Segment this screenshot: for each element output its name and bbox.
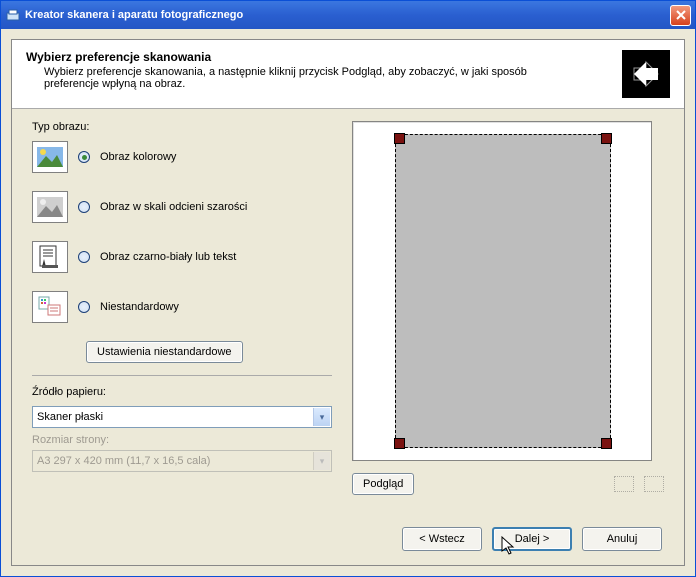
titlebar: Kreator skanera i aparatu fotograficzneg… — [1, 1, 695, 29]
option-color-label: Obraz kolorowy — [100, 151, 176, 163]
option-custom[interactable]: Niestandardowy — [32, 291, 332, 323]
app-icon — [5, 7, 21, 23]
option-grayscale-label: Obraz w skali odcieni szarości — [100, 201, 247, 213]
header: Wybierz preferencje skanowania Wybierz p… — [12, 40, 684, 109]
back-button[interactable]: < Wstecz — [402, 527, 482, 551]
option-custom-label: Niestandardowy — [100, 301, 179, 313]
options-pane: Typ obrazu: Obraz kolorowy Obraz w skali… — [32, 121, 332, 495]
page-size-value: A3 297 x 420 mm (11,7 x 16,5 cala) — [37, 455, 210, 467]
resize-handle-br[interactable] — [601, 438, 612, 449]
chevron-down-icon: ▾ — [313, 408, 330, 426]
separator — [32, 375, 332, 376]
option-color[interactable]: Obraz kolorowy — [32, 141, 332, 173]
resize-handle-tl[interactable] — [394, 133, 405, 144]
radio-grayscale[interactable] — [78, 201, 90, 213]
resize-handle-bl[interactable] — [394, 438, 405, 449]
wizard-buttons: < Wstecz Dalej > Anuluj — [402, 527, 662, 551]
window-title: Kreator skanera i aparatu fotograficzneg… — [25, 9, 670, 21]
page-subtitle: Wybierz preferencje skanowania, a następ… — [44, 66, 564, 90]
page-title: Wybierz preferencje skanowania — [26, 50, 622, 64]
radio-color[interactable] — [78, 151, 90, 163]
chevron-down-icon: ▾ — [313, 452, 330, 470]
custom-icon — [32, 291, 68, 323]
option-blackwhite[interactable]: Obraz czarno-biały lub tekst — [32, 241, 332, 273]
close-button[interactable] — [670, 5, 691, 26]
preview-button[interactable]: Podgląd — [352, 473, 414, 495]
text-icon — [32, 241, 68, 273]
page-size-label: Rozmiar strony: — [32, 434, 332, 446]
grayscale-photo-icon — [32, 191, 68, 223]
preview-pane: Podgląd — [352, 121, 664, 495]
cancel-button[interactable]: Anuluj — [582, 527, 662, 551]
zoom-tools — [614, 476, 664, 492]
option-blackwhite-label: Obraz czarno-biały lub tekst — [100, 251, 236, 263]
wizard-panel: Wybierz preferencje skanowania Wybierz p… — [11, 39, 685, 566]
paper-source-combo[interactable]: Skaner płaski ▾ — [32, 406, 332, 428]
zoom-actual-icon[interactable] — [644, 476, 664, 492]
preview-area[interactable] — [352, 121, 652, 461]
radio-custom[interactable] — [78, 301, 90, 313]
option-grayscale[interactable]: Obraz w skali odcieni szarości — [32, 191, 332, 223]
wizard-window: Kreator skanera i aparatu fotograficzneg… — [0, 0, 696, 577]
color-photo-icon — [32, 141, 68, 173]
paper-source-label: Źródło papieru: — [32, 386, 332, 398]
page-size-combo: A3 297 x 420 mm (11,7 x 16,5 cala) ▾ — [32, 450, 332, 472]
wizard-icon — [622, 50, 670, 98]
paper-source-value: Skaner płaski — [37, 411, 103, 423]
resize-handle-tr[interactable] — [601, 133, 612, 144]
radio-blackwhite[interactable] — [78, 251, 90, 263]
zoom-fit-icon[interactable] — [614, 476, 634, 492]
custom-settings-button[interactable]: Ustawienia niestandardowe — [86, 341, 243, 363]
image-type-label: Typ obrazu: — [32, 121, 332, 133]
scan-selection[interactable] — [395, 134, 611, 448]
next-button[interactable]: Dalej > — [492, 527, 572, 551]
